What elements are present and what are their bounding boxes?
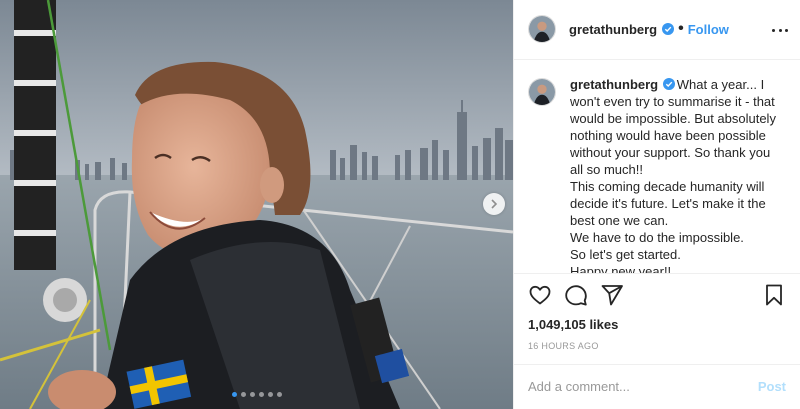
carousel-dot [240, 392, 246, 397]
follow-button[interactable]: Follow [688, 22, 729, 37]
caption-line: We have to do the impossible. [570, 229, 744, 245]
username-link[interactable]: gretathunberg [569, 22, 657, 37]
avatar[interactable] [528, 77, 556, 106]
avatar[interactable] [528, 15, 556, 44]
carousel-dot [249, 392, 255, 397]
caption-first-line: gretathunberg What a year... I [570, 76, 786, 93]
post-photo [0, 0, 513, 409]
avatar-image [529, 16, 555, 43]
caption-line: What a year... I [676, 76, 765, 92]
carousel-dot [267, 392, 273, 397]
bookmark-icon[interactable] [762, 283, 786, 307]
caption-line: would be impossible. But absolutely [570, 110, 776, 126]
caption-line: Happy new year!! [570, 263, 672, 273]
carousel-dot [258, 392, 264, 397]
instagram-post: gretathunberg • Follow gretathunberg Wha… [0, 0, 800, 409]
separator: • [678, 20, 684, 38]
caption-username[interactable]: gretathunberg [570, 77, 658, 92]
verified-badge-icon [662, 23, 675, 36]
caption-line: best one we can. [570, 212, 669, 228]
share-icon[interactable] [600, 283, 624, 307]
caption-line: This coming decade humanity will [570, 178, 765, 194]
more-options-icon[interactable] [772, 22, 788, 38]
comment-input[interactable] [528, 379, 758, 395]
post-comment-button[interactable]: Post [758, 379, 786, 394]
action-bar [514, 272, 800, 316]
comments-section: gretathunberg What a year... I won't eve… [514, 60, 800, 273]
caption-line: without your support. So thank you [570, 144, 771, 160]
post-timestamp[interactable]: 16 HOURS AGO [514, 337, 800, 364]
post-header: gretathunberg • Follow [514, 0, 800, 60]
carousel-dot [231, 392, 237, 397]
next-image-button[interactable] [483, 193, 505, 215]
post-caption: gretathunberg What a year... I won't eve… [570, 76, 786, 273]
comment-icon[interactable] [564, 283, 588, 307]
heart-icon[interactable] [528, 283, 552, 307]
verified-badge-icon [662, 77, 675, 90]
chevron-right-icon [491, 199, 498, 209]
caption-line: decide it's future. Let's make it the [570, 195, 766, 211]
carousel-indicator [0, 392, 513, 397]
likes-count[interactable]: 1,049,105 likes [514, 315, 800, 336]
avatar-image [529, 78, 555, 105]
caption-line: won't even try to summarise it - that [570, 93, 775, 109]
caption-line: So let's get started. [570, 246, 681, 262]
carousel-dot [276, 392, 282, 397]
post-side-panel: gretathunberg • Follow gretathunberg Wha… [513, 0, 800, 409]
add-comment-bar: Post [514, 363, 800, 409]
caption-line: all so much!! [570, 161, 643, 177]
caption-line: nothing would have been possible [570, 127, 766, 143]
post-media[interactable] [0, 0, 513, 409]
